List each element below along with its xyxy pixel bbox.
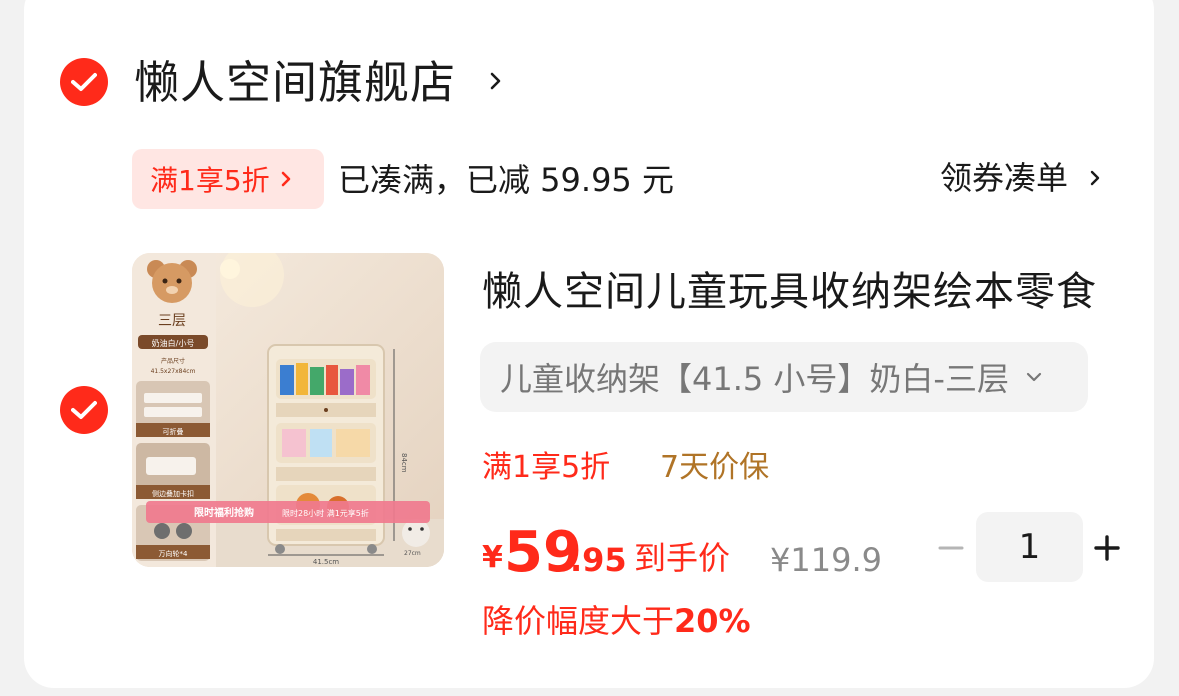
original-price: ¥119.9 <box>770 541 882 579</box>
currency-symbol: ¥ <box>482 540 503 575</box>
product-image: 三层 奶油白/小号 产品尺寸 41.5x27x84cm 可折叠 侧边叠加卡扣 万… <box>132 253 444 567</box>
check-icon <box>71 401 97 419</box>
image-side-clip-text: 侧边叠加卡扣 <box>152 489 194 498</box>
chevron-right-icon <box>281 171 290 187</box>
image-size-label: 产品尺寸 <box>161 357 185 365</box>
image-wheels-text: 万向轮*4 <box>159 549 188 558</box>
price-drop-value: 20% <box>674 602 751 640</box>
image-banner-text-2: 限时28小时 满1元享5折 <box>282 508 369 518</box>
image-size-value: 41.5x27x84cm <box>151 368 196 375</box>
store-name[interactable]: 懒人空间旗舰店 <box>134 52 456 114</box>
price-decimal: .95 <box>570 541 627 579</box>
coupon-link[interactable]: 领券凑单 <box>940 155 1104 201</box>
discount-tag: 满1享5折 <box>482 450 611 485</box>
image-tier-text: 三层 <box>158 313 186 329</box>
product-thumbnail[interactable]: 三层 奶油白/小号 产品尺寸 41.5x27x84cm 可折叠 侧边叠加卡扣 万… <box>132 253 444 567</box>
item-select-checkbox[interactable] <box>60 386 108 434</box>
check-icon <box>71 73 97 91</box>
image-foldable-text: 可折叠 <box>163 427 184 436</box>
final-price-label: 到手价 <box>634 539 731 577</box>
sku-selector[interactable]: 儿童收纳架【41.5 小号】奶白-三层 <box>480 342 1088 412</box>
price-guarantee-tag: 7天价保 <box>660 450 770 485</box>
price-drop-note: 降价幅度大于20% <box>482 598 751 644</box>
chevron-right-icon[interactable] <box>486 66 506 96</box>
image-color-text: 奶油白/小号 <box>152 338 195 348</box>
promo-status: 已凑满，已减 59.95 元 <box>338 161 674 199</box>
promo-tag[interactable]: 满1享5折 <box>132 149 324 209</box>
sku-label: 儿童收纳架【41.5 小号】奶白-三层 <box>500 360 1009 398</box>
chevron-right-icon <box>1090 170 1100 186</box>
price-drop-prefix: 降价幅度大于 <box>482 602 675 640</box>
chevron-down-icon <box>1026 372 1042 382</box>
image-width-dim: 41.5cm <box>313 558 339 566</box>
store-select-checkbox[interactable] <box>60 58 108 106</box>
promo-tag-label: 满1享5折 <box>150 164 270 197</box>
image-height-dim: 84cm <box>400 453 408 473</box>
coupon-link-label: 领券凑单 <box>940 159 1069 197</box>
minus-icon[interactable] <box>938 535 964 561</box>
product-title[interactable]: 懒人空间儿童玩具收纳架绘本零食 <box>482 262 1097 322</box>
quantity-input[interactable]: 1 <box>976 512 1083 582</box>
image-depth-dim: 27cm <box>404 550 421 557</box>
plus-icon[interactable] <box>1094 535 1120 561</box>
image-banner-text: 限时福利抢购 <box>194 506 254 519</box>
